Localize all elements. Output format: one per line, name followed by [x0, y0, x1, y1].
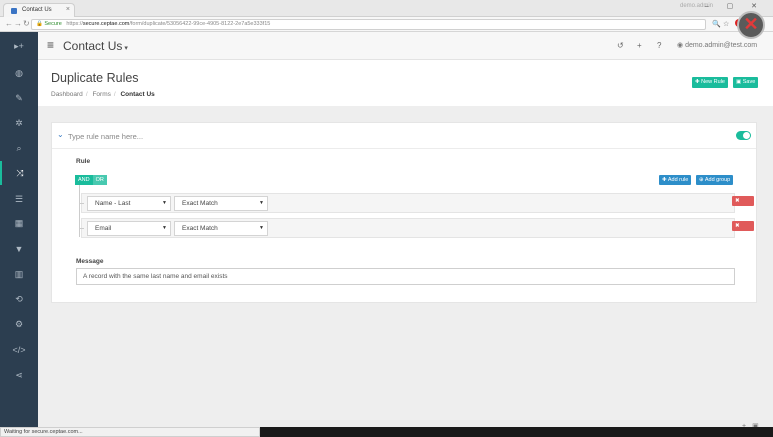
user-icon: ◉ — [677, 42, 686, 49]
save-label: Save — [742, 79, 756, 85]
url-path: /form/duplicate/53056422-99ce-4905-8122-… — [129, 21, 271, 27]
tab-close-icon[interactable]: × — [66, 6, 70, 13]
menu-icon[interactable]: ≡ — [47, 38, 54, 52]
rule-card: ⌄ Rule AND OR ✚ Add rule ⊕ Add group Nam… — [51, 122, 757, 303]
rule-name-input[interactable] — [68, 129, 668, 143]
bookmark-star-icon[interactable]: ☆ — [723, 20, 729, 28]
rule-enabled-toggle[interactable] — [736, 131, 751, 140]
toggle-knob — [743, 132, 750, 139]
breadcrumb: Dashboard / Forms / Contact Us — [51, 91, 155, 98]
rule-card-header: ⌄ — [52, 123, 756, 149]
new-rule-label: New Rule — [701, 79, 725, 85]
search-icon[interactable]: ⌕ — [0, 136, 38, 160]
delete-icon: ✖ — [735, 223, 740, 229]
url-scheme: https:// — [66, 21, 83, 27]
database-icon[interactable]: ☰ — [0, 187, 38, 211]
dashboard-icon[interactable]: ◍ — [0, 61, 38, 85]
or-button[interactable]: OR — [92, 175, 107, 185]
save-icon: ▣ — [736, 79, 743, 85]
rule-row: Email ▼ Exact Match ▼ ✖ Delete — [79, 218, 754, 239]
forward-icon[interactable]: → — [14, 19, 22, 28]
operator-select[interactable]: Exact Match ▼ — [174, 196, 268, 211]
field-select[interactable]: Email ▼ — [87, 221, 171, 236]
field-select-value: Name - Last — [95, 200, 131, 207]
filter-icon[interactable]: ▼ — [0, 237, 38, 261]
add-group-button[interactable]: ⊕ Add group — [696, 175, 734, 185]
edit-icon[interactable]: ✎ — [0, 86, 38, 110]
back-icon[interactable]: ← — [5, 19, 13, 28]
favicon-icon — [11, 8, 17, 14]
delete-rule-button[interactable]: ✖ Delete — [732, 221, 754, 239]
message-input[interactable] — [76, 268, 735, 285]
code-icon[interactable]: </> — [0, 338, 38, 362]
breadcrumb-current: Contact Us — [120, 91, 155, 98]
add-rule-button[interactable]: ✚ Add rule — [659, 175, 692, 185]
browser-tab[interactable]: Contact Us × — [3, 3, 75, 17]
rule-row: Name - Last ▼ Exact Match ▼ ✖ Delete — [79, 193, 754, 214]
screen: Contact Us × demo.admin – ▢ ✕ ← → ↻ 🔒 Se… — [0, 0, 773, 437]
browser-tabbar: Contact Us × demo.admin – ▢ ✕ — [0, 0, 773, 17]
zoom-icon[interactable]: 🔍 — [712, 20, 721, 28]
history-icon[interactable]: ↺ — [617, 41, 624, 50]
sidebar: ▸+ ◍ ✎ ✲ ⌕ ⤨ ☰ ▦ ▼ ▥ ⟲ ⚙ </> ⋖ — [0, 32, 38, 427]
url-field[interactable]: 🔒 Secure https://secure.ceptae.com/form/… — [31, 19, 706, 30]
select-arrow-icon: ▼ — [259, 225, 264, 231]
add-rule-label: Add rule — [667, 177, 689, 183]
operator-select-value: Exact Match — [182, 200, 218, 207]
add-icon[interactable]: + — [637, 41, 642, 50]
field-select[interactable]: Name - Last ▼ — [87, 196, 171, 211]
close-icon[interactable]: ✕ — [737, 11, 765, 39]
user-menu[interactable]: ◉ demo.admin@test.com — [677, 41, 757, 49]
page-title: Duplicate Rules — [51, 71, 139, 85]
shuffle-icon[interactable]: ⤨ — [0, 161, 38, 185]
app-title-text: Contact Us — [63, 39, 123, 53]
delete-icon: ✖ — [735, 198, 740, 204]
cogs-icon[interactable]: ⚙ — [0, 312, 38, 336]
lock-icon: 🔒 — [36, 21, 43, 27]
toggle-nav-icon[interactable]: ▸+ — [0, 34, 38, 58]
message-label: Message — [76, 258, 104, 265]
secure-label: Secure — [44, 21, 62, 27]
save-button[interactable]: ▣ Save — [733, 77, 759, 88]
select-arrow-icon: ▼ — [162, 200, 167, 206]
and-or-switch: AND OR — [75, 175, 107, 185]
recycle-icon[interactable]: ⟲ — [0, 287, 38, 311]
chevron-down-icon: ▾ — [124, 45, 128, 52]
breadcrumb-dashboard[interactable]: Dashboard — [51, 91, 83, 98]
operator-select[interactable]: Exact Match ▼ — [174, 221, 268, 236]
reload-icon[interactable]: ↻ — [23, 19, 30, 28]
status-text: Waiting for secure.ceptae.com... — [0, 427, 260, 437]
breadcrumb-forms[interactable]: Forms — [92, 91, 110, 98]
delete-label: Delete — [735, 208, 751, 214]
field-select-value: Email — [95, 225, 112, 232]
page-header: Duplicate Rules Dashboard / Forms / Contac… — [38, 60, 773, 106]
browser-addressbar: ← → ↻ 🔒 Secure https://secure.ceptae.com… — [0, 17, 773, 32]
delete-rule-button[interactable]: ✖ Delete — [732, 196, 754, 214]
chevron-down-icon[interactable]: ⌄ — [57, 130, 64, 139]
select-arrow-icon: ▼ — [259, 200, 264, 206]
settings-icon[interactable]: ✲ — [0, 111, 38, 135]
browser-statusbar: Waiting for secure.ceptae.com... — [0, 427, 773, 437]
window-controls[interactable]: – ▢ ✕ — [705, 2, 765, 10]
tree-connector — [79, 228, 84, 229]
and-button[interactable]: AND — [75, 175, 93, 185]
chart-icon[interactable]: ▥ — [0, 262, 38, 286]
share-icon[interactable]: ⋖ — [0, 363, 38, 387]
new-rule-button[interactable]: ✚ New Rule — [692, 77, 728, 88]
rule-label: Rule — [76, 158, 91, 165]
browser-tab-title: Contact Us — [22, 7, 52, 13]
app-title[interactable]: Contact Us ▾ — [63, 39, 128, 53]
help-icon[interactable]: ? — [657, 41, 661, 50]
tree-connector — [79, 203, 84, 204]
url-host: secure.ceptae.com — [82, 21, 130, 27]
grid-icon[interactable]: ▦ — [0, 211, 38, 235]
user-email: demo.admin@test.com — [685, 42, 758, 49]
app-topbar: ≡ Contact Us ▾ ↺ + ? ◉ demo.admin@test.co… — [38, 32, 773, 60]
add-group-label: Add group — [704, 177, 731, 183]
select-arrow-icon: ▼ — [162, 225, 167, 231]
operator-select-value: Exact Match — [182, 225, 218, 232]
delete-label: Delete — [735, 233, 751, 239]
